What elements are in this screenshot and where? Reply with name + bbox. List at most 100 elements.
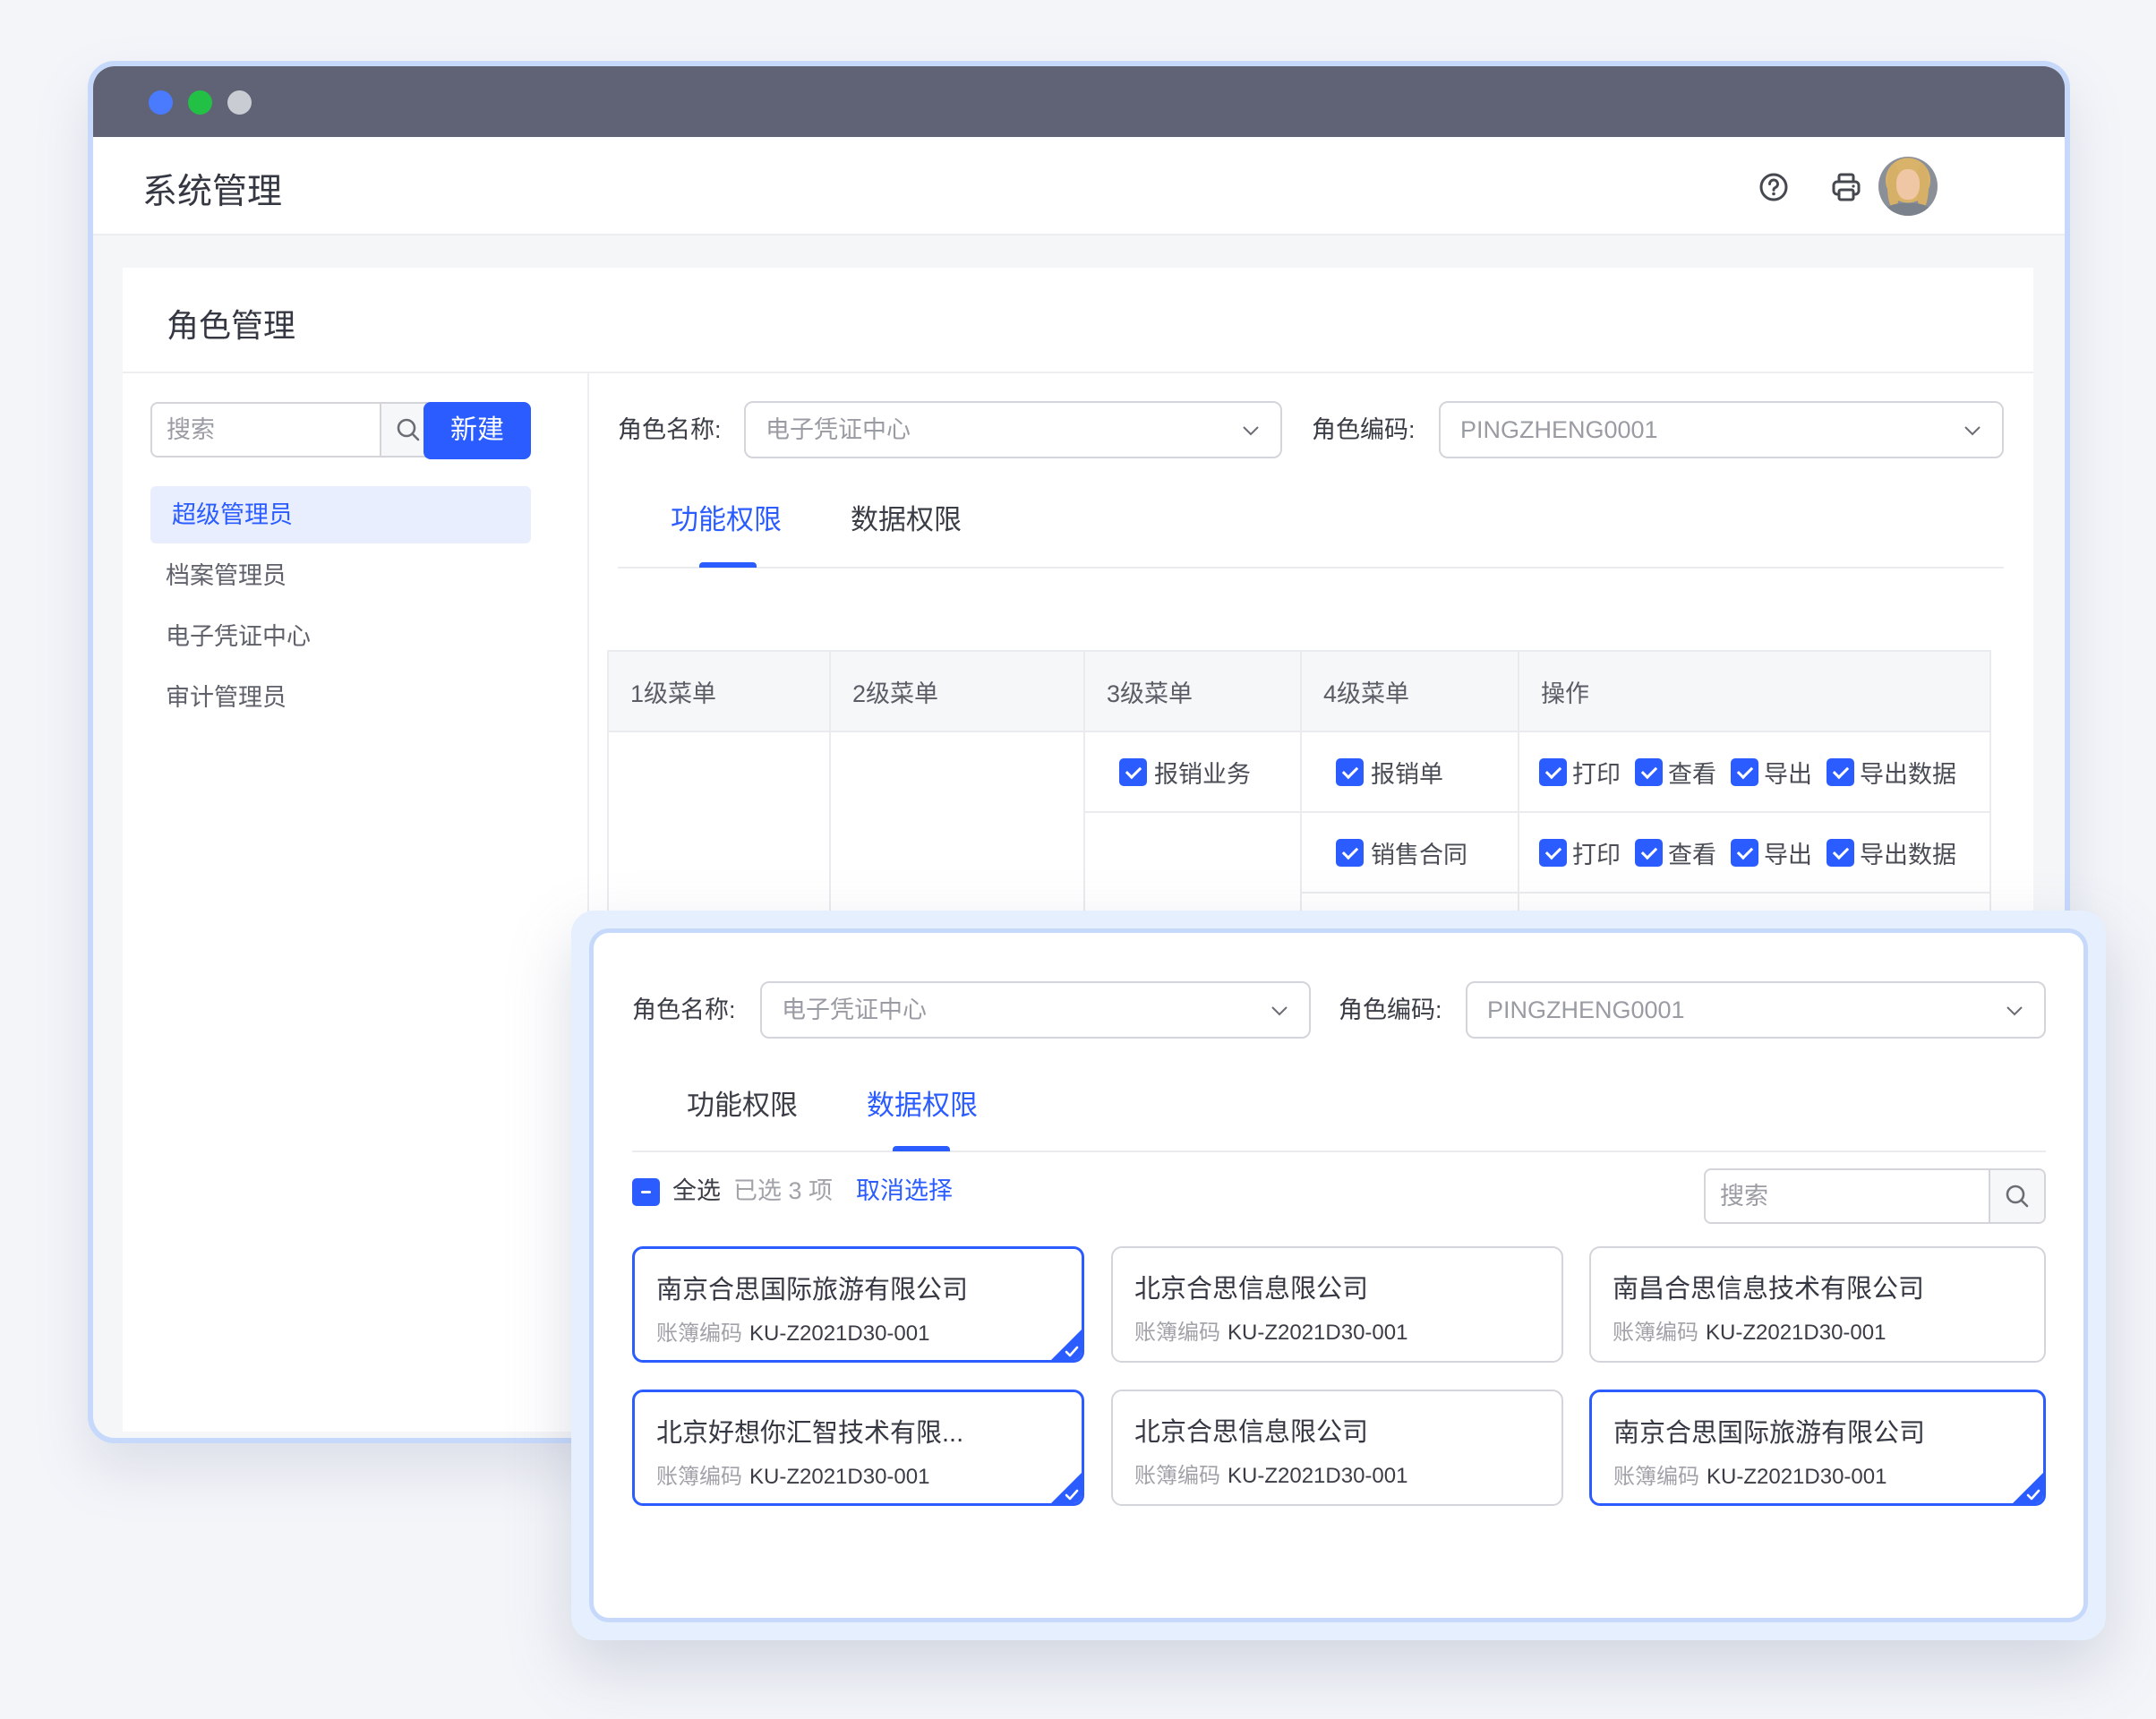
role-item[interactable]: 超级管理员: [150, 486, 531, 543]
ledger-code: 账簿编码 KU-Z2021D30-001: [656, 1458, 929, 1490]
overlay-tab-data-permission[interactable]: 数据权限: [867, 1088, 978, 1124]
company-name: 北京合思信息限公司: [1134, 1418, 1369, 1447]
level3-cell: 报销业务: [1083, 731, 1302, 813]
role-name-label: 角色名称:: [618, 416, 722, 443]
checkbox-checked[interactable]: [1635, 757, 1663, 786]
table-header-row: 1级菜单 2级菜单 3级菜单 4级菜单 操作: [607, 650, 1991, 732]
level4-cell: 销售合同: [1300, 811, 1519, 894]
company-name: 南昌合思信息技术有限公司: [1613, 1275, 1925, 1304]
column-header: 1级菜单: [607, 650, 831, 732]
tab-function-permission[interactable]: 功能权限: [671, 502, 782, 538]
company-card[interactable]: 南京合思国际旅游有限公司账簿编码 KU-Z2021D30-001: [1589, 1390, 2046, 1506]
window-dot-blue[interactable]: [149, 90, 173, 115]
overlay-role-code-label: 角色编码:: [1339, 996, 1442, 1023]
company-search-button[interactable]: [1989, 1170, 2044, 1222]
ledger-code-label: 账簿编码: [656, 1321, 742, 1346]
checkbox-checked[interactable]: [1336, 757, 1364, 786]
ledger-code-value: KU-Z2021D30-001: [1228, 1464, 1408, 1488]
role-name-select[interactable]: 电子凭证中心: [744, 401, 1282, 458]
checkbox-checked[interactable]: [1119, 757, 1147, 786]
selected-check-icon: [1051, 1473, 1082, 1503]
ledger-code-value: KU-Z2021D30-001: [749, 1465, 930, 1489]
window-dot-green[interactable]: [188, 90, 212, 115]
checkbox-checked[interactable]: [1539, 838, 1567, 867]
search-icon: [397, 418, 420, 441]
op-label: 导出: [1764, 841, 1812, 868]
level4-label: 销售合同: [1371, 841, 1467, 868]
overlay-role-name-value: 电子凭证中心: [782, 996, 927, 1023]
role-item[interactable]: 审计管理员: [150, 669, 531, 726]
app-title: 系统管理: [142, 173, 283, 211]
checkbox-checked[interactable]: [1731, 757, 1758, 786]
chevron-down-icon: [2006, 1006, 2023, 1016]
ledger-code-label: 账簿编码: [1613, 1465, 1699, 1489]
company-name: 南京合思国际旅游有限公司: [1613, 1419, 1926, 1448]
chevron-down-icon: [1964, 426, 1981, 436]
chevron-down-icon: [1271, 1006, 1288, 1016]
company-card[interactable]: 南昌合思信息技术有限公司 账簿编码 KU-Z2021D30-001: [1589, 1246, 2046, 1363]
active-tab-indicator: [699, 562, 757, 568]
level3-label: 报销业务: [1154, 760, 1251, 788]
company-card[interactable]: 北京合思信息限公司账簿编码 KU-Z2021D30-001: [1111, 1390, 1563, 1506]
level4-label: 报销单: [1371, 760, 1443, 788]
op-label: 导出数据: [1860, 841, 1956, 868]
overlay-role-code-value: PINGZHENG0001: [1487, 996, 1685, 1023]
select-all-checkbox[interactable]: [632, 1178, 660, 1207]
company-card[interactable]: 南京合思国际旅游有限公司账簿编码 KU-Z2021D30-001: [632, 1246, 1084, 1363]
company-search-input[interactable]: 搜索: [1704, 1168, 2046, 1224]
checkbox-checked[interactable]: [1539, 757, 1567, 786]
chevron-down-icon: [1243, 426, 1259, 436]
ledger-code: 账簿编码 KU-Z2021D30-001: [1613, 1458, 1886, 1490]
printer-icon[interactable]: [1828, 169, 1864, 205]
table-row: 报销业务 报销单 打印 查看 导出 导出数据: [607, 731, 1991, 1055]
data-permission-panel: 角色名称: 电子凭证中心 角色编码: PINGZHENG0001 功能权限 数据…: [589, 928, 2088, 1622]
search-icon: [2006, 1184, 2029, 1208]
help-icon[interactable]: [1756, 169, 1792, 205]
role-code-label: 角色编码:: [1312, 416, 1416, 443]
company-name: 南京合思国际旅游有限公司: [656, 1276, 969, 1304]
overlay-tab-function-permission[interactable]: 功能权限: [687, 1088, 798, 1124]
new-role-button[interactable]: 新建: [424, 402, 531, 459]
op-label: 导出: [1764, 760, 1812, 788]
overlay-role-code-select[interactable]: PINGZHENG0001: [1466, 981, 2046, 1039]
checkbox-checked[interactable]: [1731, 838, 1758, 867]
column-header: 2级菜单: [829, 650, 1085, 732]
overlay-active-tab-indicator: [893, 1146, 950, 1151]
op-label: 导出数据: [1860, 760, 1956, 788]
overlay-tab-divider: [632, 1150, 2046, 1152]
role-item[interactable]: 档案管理员: [150, 547, 531, 604]
ledger-code-label: 账簿编码: [1134, 1464, 1220, 1488]
role-search-placeholder: 搜索: [167, 416, 215, 443]
role-name-value: 电子凭证中心: [766, 416, 911, 443]
select-all-label: 全选: [672, 1177, 721, 1204]
user-avatar[interactable]: [1878, 157, 1938, 216]
checkbox-checked[interactable]: [1336, 838, 1364, 867]
role-search-input[interactable]: 搜索: [150, 402, 437, 458]
column-header: 操作: [1518, 650, 1991, 732]
company-card[interactable]: 北京好想你汇智技术有限... 账簿编码 KU-Z2021D30-001: [632, 1390, 1084, 1506]
company-name: 北京好想你汇智技术有限...: [656, 1419, 964, 1448]
company-card[interactable]: 北京合思信息限公司 账簿编码 KU-Z2021D30-001: [1111, 1246, 1563, 1363]
op-label: 打印: [1572, 841, 1621, 868]
ledger-code: 账簿编码 KU-Z2021D30-001: [1134, 1314, 1407, 1346]
role-item[interactable]: 电子凭证中心: [150, 608, 531, 665]
window-dot-gray[interactable]: [227, 90, 252, 115]
selected-count: 已选 3 项: [733, 1177, 834, 1204]
checkbox-checked[interactable]: [1635, 838, 1663, 867]
operations-cell: 打印 查看 导出 导出数据: [1518, 731, 1991, 813]
cancel-selection-link[interactable]: 取消选择: [856, 1177, 953, 1204]
role-code-select[interactable]: PINGZHENG0001: [1439, 401, 2004, 458]
checkbox-checked[interactable]: [1827, 838, 1854, 867]
ledger-code: 账簿编码 KU-Z2021D30-001: [656, 1315, 929, 1347]
checkbox-checked[interactable]: [1827, 757, 1854, 786]
operations-cell: 打印 查看 导出 导出数据: [1518, 811, 1991, 894]
app-header: 系统管理: [93, 137, 2065, 235]
window-titlebar: [93, 66, 2065, 137]
card-title: 角色管理: [167, 307, 296, 344]
tab-data-permission[interactable]: 数据权限: [851, 502, 962, 538]
role-code-value: PINGZHENG0001: [1460, 416, 1658, 443]
ledger-code-value: KU-Z2021D30-001: [1707, 1465, 1887, 1489]
ledger-code-value: KU-Z2021D30-001: [1706, 1321, 1886, 1345]
tab-divider: [618, 567, 2004, 569]
overlay-role-name-select[interactable]: 电子凭证中心: [760, 981, 1311, 1039]
